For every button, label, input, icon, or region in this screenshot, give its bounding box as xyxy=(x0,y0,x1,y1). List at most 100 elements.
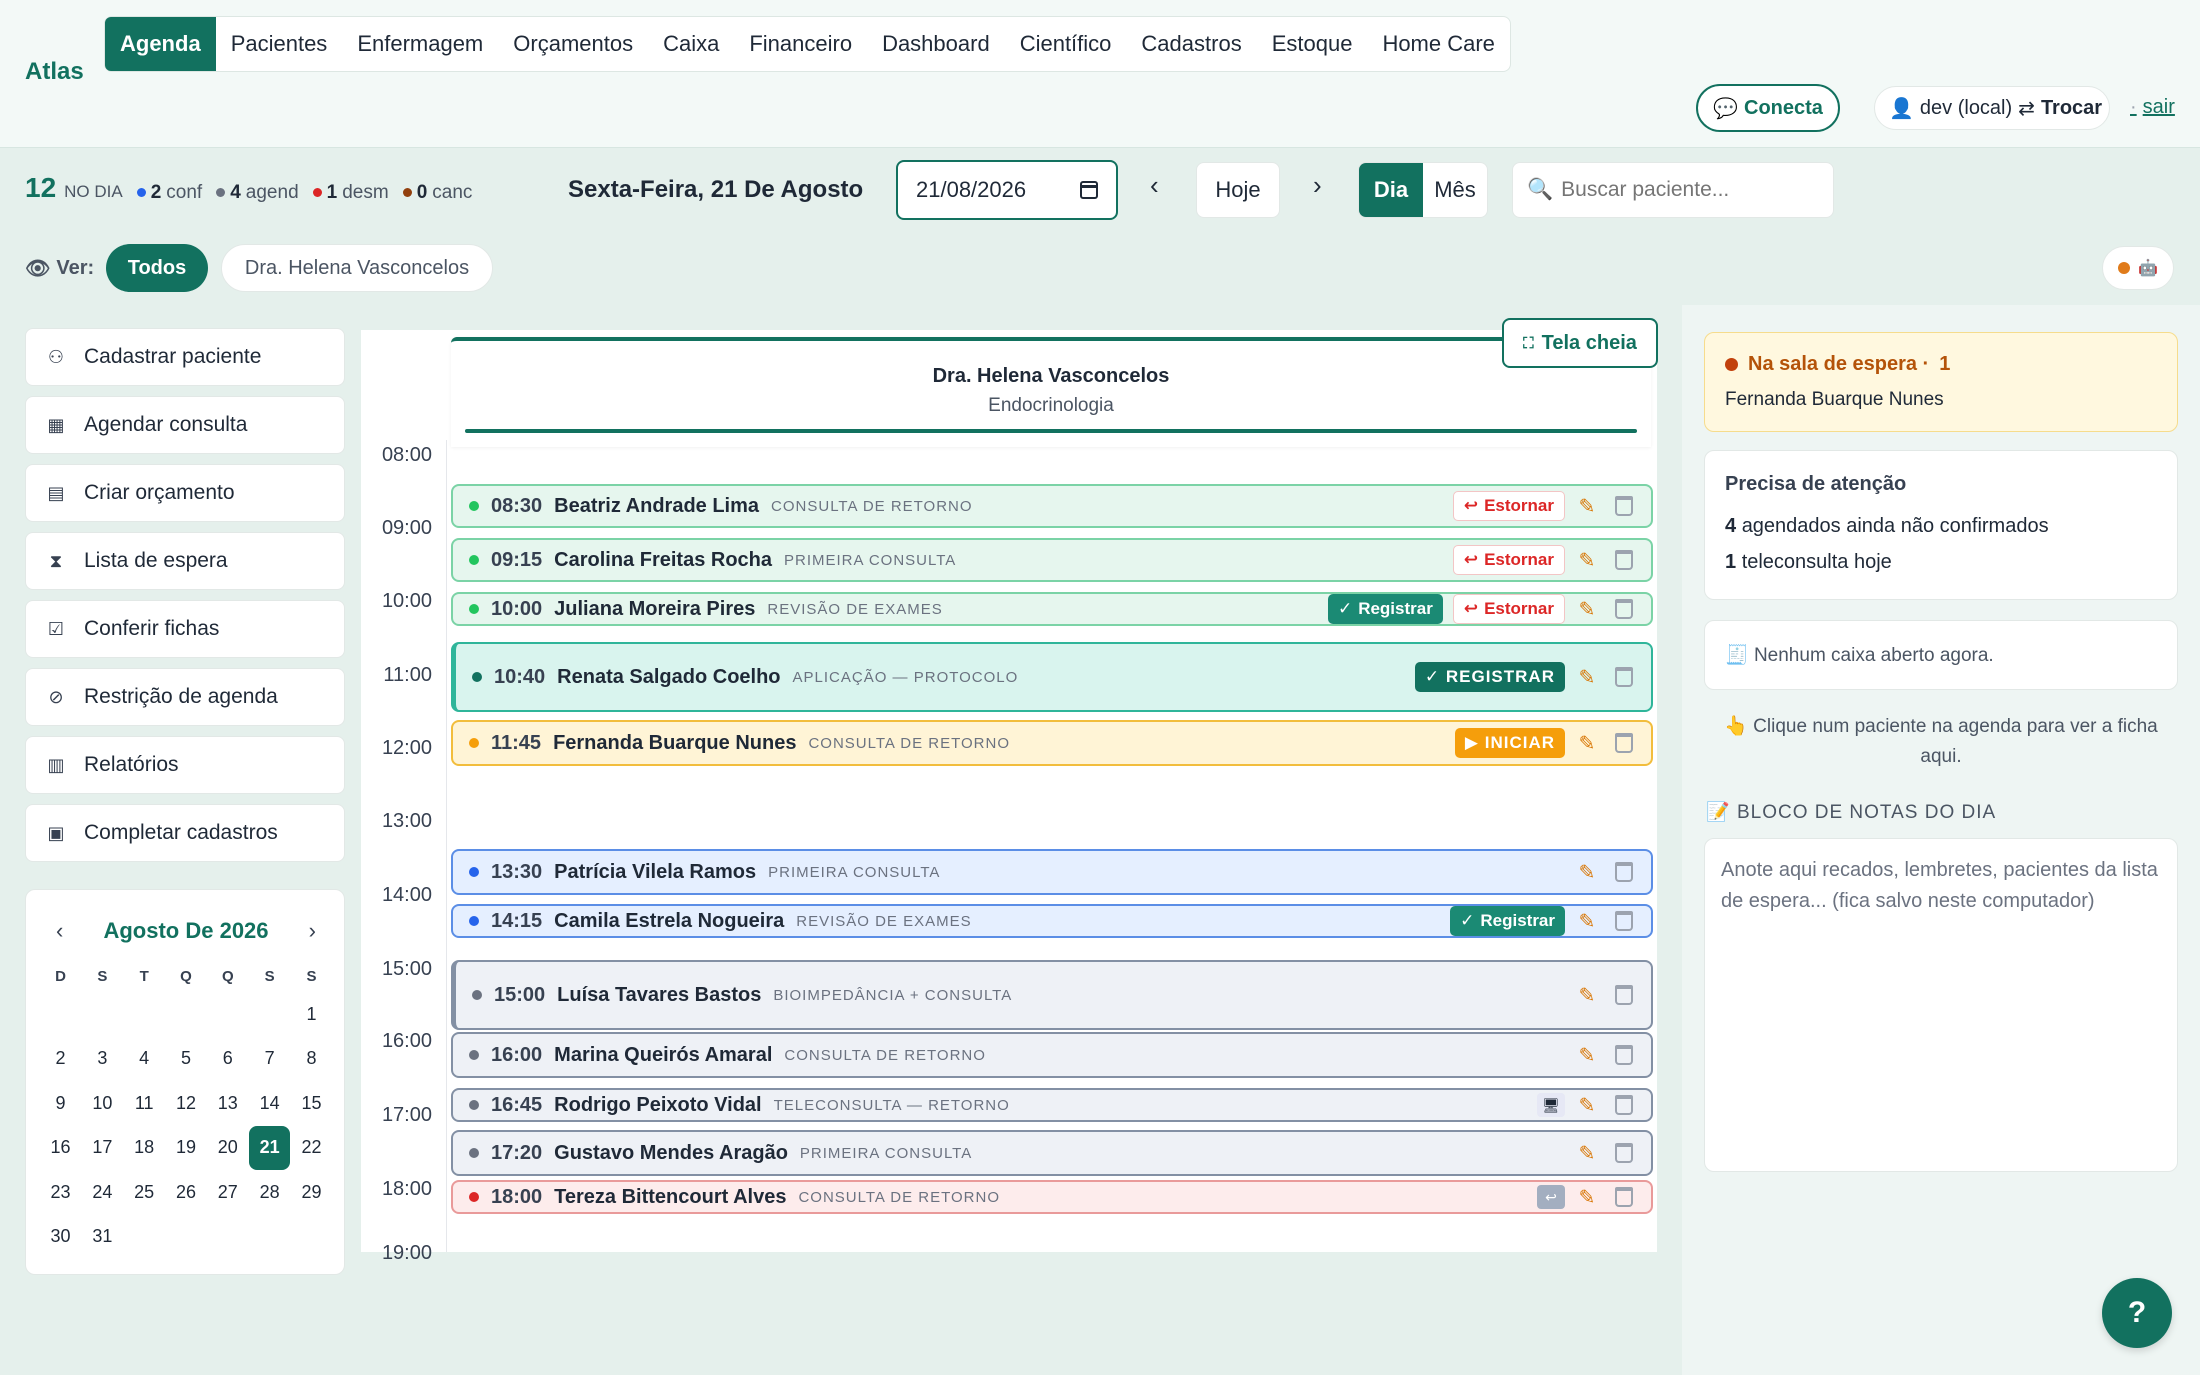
today-button[interactable]: Hoje xyxy=(1196,162,1280,218)
registrar-button[interactable]: ✓ Registrar xyxy=(1327,594,1443,624)
undo-icon[interactable]: ↩ xyxy=(1537,1185,1565,1209)
calendar-day[interactable]: 8 xyxy=(291,1037,332,1082)
appointment-row[interactable]: 11:45 Fernanda Buarque Nunes CONSULTA DE R… xyxy=(451,720,1653,766)
sidebar-item-7[interactable]: ▣ Completar cadastros xyxy=(25,804,345,862)
calendar-day[interactable]: 11 xyxy=(124,1081,165,1126)
calendar-day[interactable]: 29 xyxy=(291,1170,332,1215)
attention-item[interactable]: 1 teleconsulta hoje xyxy=(1725,551,1892,574)
view-day-button[interactable]: Dia xyxy=(1359,163,1423,217)
edit-icon[interactable]: ✎ xyxy=(1575,983,1599,1008)
appointment-row[interactable]: 15:00 Luísa Tavares Bastos BIOIMPEDÂNCIA +… xyxy=(451,960,1653,1030)
calendar-day[interactable]: 3 xyxy=(82,1037,123,1082)
calendar-day[interactable]: 20 xyxy=(207,1126,248,1171)
trash-icon[interactable] xyxy=(1615,733,1633,753)
calendar-day[interactable]: 22 xyxy=(291,1126,332,1171)
appointment-row[interactable]: 14:15 Camila Estrela Nogueira REVISÃO DE E… xyxy=(451,904,1653,938)
trash-icon[interactable] xyxy=(1615,667,1633,687)
calendar-day[interactable]: 17 xyxy=(82,1126,123,1171)
app-brand[interactable]: Atlas xyxy=(25,58,84,86)
calendar-day[interactable]: 5 xyxy=(165,1037,206,1082)
edit-icon[interactable]: ✎ xyxy=(1575,494,1599,519)
sidebar-item-0[interactable]: ⚇ Cadastrar paciente xyxy=(25,328,345,386)
trash-icon[interactable] xyxy=(1615,1095,1633,1115)
registrar-button[interactable]: ✓ REGISTRAR xyxy=(1414,662,1565,692)
calendar-day[interactable]: 26 xyxy=(165,1170,206,1215)
sidebar-item-3[interactable]: ⧗ Lista de espera xyxy=(25,532,345,590)
calendar-day[interactable]: 1 xyxy=(291,992,332,1037)
filter-doctor-chip[interactable]: Dra. Helena Vasconcelos xyxy=(221,244,493,292)
waiting-patient[interactable]: Fernanda Buarque Nunes xyxy=(1725,389,1944,411)
estornar-button[interactable]: ↩ Estornar xyxy=(1452,594,1565,624)
sidebar-item-6[interactable]: ▥ Relatórios xyxy=(25,736,345,794)
next-month-icon[interactable]: › xyxy=(309,918,316,944)
trash-icon[interactable] xyxy=(1615,862,1633,882)
trash-icon[interactable] xyxy=(1615,550,1633,570)
nav-item-10[interactable]: Home Care xyxy=(1367,17,1509,71)
waiting-room-card[interactable]: Na sala de espera · 1 Fernanda Buarque N… xyxy=(1704,332,2178,432)
edit-icon[interactable]: ✎ xyxy=(1575,909,1599,934)
search-input[interactable] xyxy=(1561,178,1822,202)
nav-item-4[interactable]: Caixa xyxy=(648,17,734,71)
edit-icon[interactable]: ✎ xyxy=(1575,1093,1599,1118)
sidebar-item-2[interactable]: ▤ Criar orçamento xyxy=(25,464,345,522)
appointment-row[interactable]: 18:00 Tereza Bittencourt Alves CONSULTA DE… xyxy=(451,1180,1653,1214)
calendar-day[interactable]: 16 xyxy=(40,1126,81,1171)
date-picker[interactable]: 21/08/2026 xyxy=(896,160,1118,220)
calendar-day[interactable]: 2 xyxy=(40,1037,81,1082)
calendar-day[interactable]: 25 xyxy=(124,1170,165,1215)
nav-item-1[interactable]: Pacientes xyxy=(216,17,343,71)
sidebar-item-4[interactable]: ☑ Conferir fichas xyxy=(25,600,345,658)
trash-icon[interactable] xyxy=(1615,911,1633,931)
calendar-day[interactable]: 23 xyxy=(40,1170,81,1215)
sidebar-item-5[interactable]: ⊘ Restrição de agenda xyxy=(25,668,345,726)
appointment-row[interactable]: 13:30 Patrícia Vilela Ramos PRIMEIRA CONSU… xyxy=(451,849,1653,895)
edit-icon[interactable]: ✎ xyxy=(1575,1043,1599,1068)
trash-icon[interactable] xyxy=(1615,985,1633,1005)
calendar-day[interactable]: 24 xyxy=(82,1170,123,1215)
trash-icon[interactable] xyxy=(1615,599,1633,619)
nav-item-0[interactable]: Agenda xyxy=(105,17,216,71)
calendar-day[interactable]: 30 xyxy=(40,1215,81,1260)
iniciar-button[interactable]: ▶ INICIAR xyxy=(1454,728,1565,758)
calendar-day[interactable]: 27 xyxy=(207,1170,248,1215)
nav-item-5[interactable]: Financeiro xyxy=(734,17,867,71)
sidebar-item-1[interactable]: ▦ Agendar consulta xyxy=(25,396,345,454)
nav-item-3[interactable]: Orçamentos xyxy=(498,17,648,71)
view-month-button[interactable]: Mês xyxy=(1423,163,1487,217)
registrar-button[interactable]: ✓ Registrar xyxy=(1450,906,1565,936)
edit-icon[interactable]: ✎ xyxy=(1575,731,1599,756)
estornar-button[interactable]: ↩ Estornar xyxy=(1452,545,1565,575)
edit-icon[interactable]: ✎ xyxy=(1575,860,1599,885)
notes-textarea[interactable]: Anote aqui recados, lembretes, pacientes… xyxy=(1704,838,2178,1172)
trash-icon[interactable] xyxy=(1615,496,1633,516)
nav-item-2[interactable]: Enfermagem xyxy=(342,17,498,71)
nav-item-7[interactable]: Científico xyxy=(1005,17,1127,71)
calendar-day[interactable]: 14 xyxy=(249,1081,290,1126)
calendar-day[interactable]: 7 xyxy=(249,1037,290,1082)
edit-icon[interactable]: ✎ xyxy=(1575,1185,1599,1210)
edit-icon[interactable]: ✎ xyxy=(1575,597,1599,622)
calendar-day[interactable]: 15 xyxy=(291,1081,332,1126)
trash-icon[interactable] xyxy=(1615,1143,1633,1163)
prev-month-icon[interactable]: ‹ xyxy=(56,918,63,944)
calendar-day[interactable]: 28 xyxy=(249,1170,290,1215)
calendar-day[interactable]: 6 xyxy=(207,1037,248,1082)
next-day-button[interactable]: › xyxy=(1313,170,1322,201)
calendar-day[interactable]: 12 xyxy=(165,1081,206,1126)
appointment-row[interactable]: 10:40 Renata Salgado Coelho APLICAÇÃO — PR… xyxy=(451,642,1653,712)
calendar-day[interactable]: 4 xyxy=(124,1037,165,1082)
calendar-day[interactable]: 10 xyxy=(82,1081,123,1126)
calendar-day[interactable]: 18 xyxy=(124,1126,165,1171)
calendar-day[interactable]: 9 xyxy=(40,1081,81,1126)
appointment-row[interactable]: 08:30 Beatriz Andrade Lima CONSULTA DE RET… xyxy=(451,484,1653,528)
help-button[interactable]: ? xyxy=(2102,1278,2172,1348)
nav-item-9[interactable]: Estoque xyxy=(1257,17,1368,71)
edit-icon[interactable]: ✎ xyxy=(1575,665,1599,690)
appointment-row[interactable]: 16:45 Rodrigo Peixoto Vidal TELECONSULTA —… xyxy=(451,1088,1653,1122)
connection-status[interactable]: 🤖 xyxy=(2102,246,2174,290)
edit-icon[interactable]: ✎ xyxy=(1575,1141,1599,1166)
attention-item[interactable]: 4 agendados ainda não confirmados xyxy=(1725,515,2049,538)
nav-item-8[interactable]: Cadastros xyxy=(1126,17,1256,71)
calendar-day[interactable]: 19 xyxy=(165,1126,206,1171)
trash-icon[interactable] xyxy=(1615,1045,1633,1065)
